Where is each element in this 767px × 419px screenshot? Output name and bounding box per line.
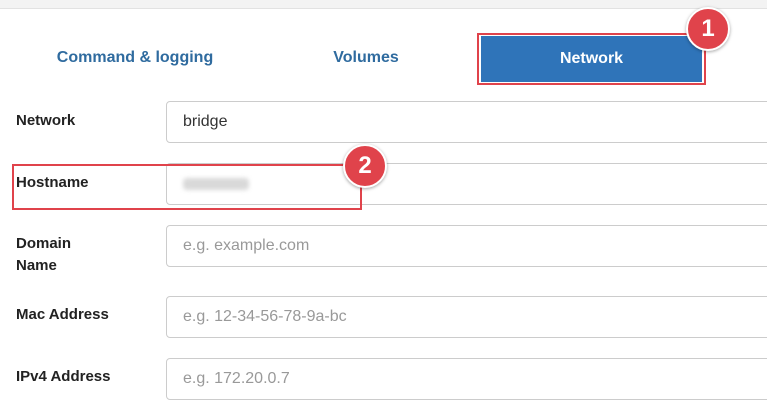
domain-name-label-line1: Domain	[16, 235, 72, 252]
annotation-badge-1: 1	[686, 7, 730, 51]
network-field[interactable]: bridge	[166, 101, 767, 143]
network-label: Network	[16, 112, 76, 129]
network-value: bridge	[183, 113, 228, 130]
tab-network[interactable]: Network	[481, 36, 702, 82]
tab-volumes[interactable]: Volumes	[290, 34, 442, 82]
top-bar	[0, 0, 767, 9]
annotation-badge-2: 2	[343, 144, 387, 188]
domain-name-placeholder: e.g. example.com	[183, 237, 310, 254]
tab-command-logging[interactable]: Command & logging	[30, 34, 240, 82]
domain-name-label-line2: Name	[16, 257, 57, 274]
domain-name-field[interactable]: e.g. example.com	[166, 225, 767, 267]
mac-address-label: Mac Address	[16, 306, 109, 323]
hostname-redacted-value	[183, 178, 249, 190]
hostname-field[interactable]	[166, 163, 767, 205]
mac-address-field[interactable]: e.g. 12-34-56-78-9a-bc	[166, 296, 767, 338]
ipv4-address-label: IPv4 Address	[16, 368, 111, 385]
domain-name-label: Domain Name	[16, 233, 136, 277]
mac-address-placeholder: e.g. 12-34-56-78-9a-bc	[183, 308, 347, 325]
ipv4-address-placeholder: e.g. 172.20.0.7	[183, 370, 290, 387]
hostname-label: Hostname	[16, 174, 89, 191]
ipv4-address-field[interactable]: e.g. 172.20.0.7	[166, 358, 767, 400]
